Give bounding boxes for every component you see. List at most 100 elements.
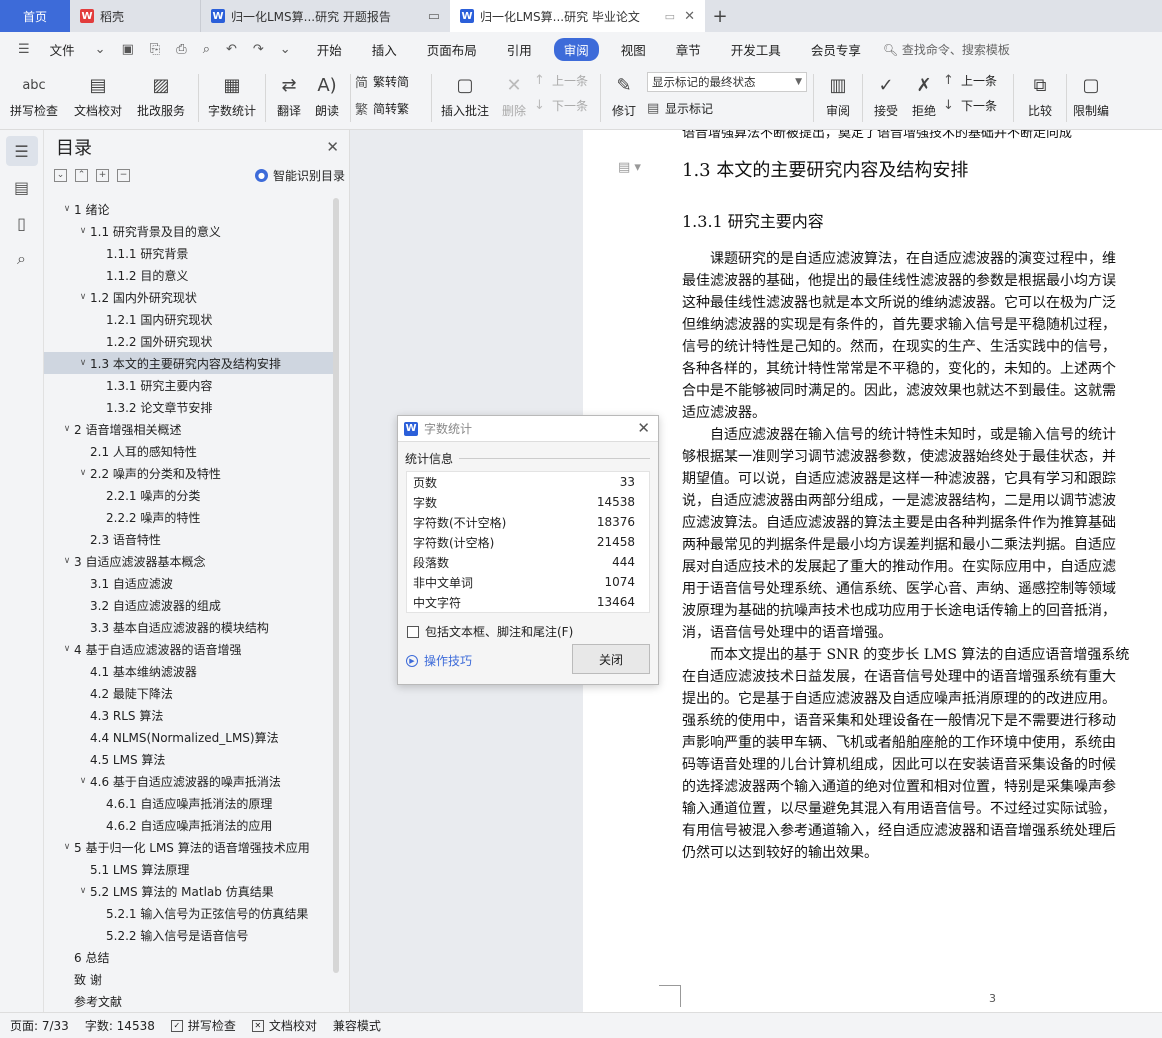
toc-item[interactable]: ∨ 5 基于归一化 LMS 算法的语音增强技术应用: [44, 836, 334, 858]
close-button[interactable]: 关闭: [572, 644, 650, 674]
menu-start[interactable]: 开始: [309, 37, 350, 62]
review-pane-button[interactable]: ▥ 审阅: [818, 66, 858, 126]
toc-item[interactable]: 4.6.1 自适应噪声抵消法的原理: [44, 792, 334, 814]
bookmark-icon[interactable]: ▯: [6, 208, 38, 238]
close-icon[interactable]: ✕: [326, 138, 339, 156]
toc-item-selected[interactable]: ∨ 1.3 本文的主要研究内容及结构安排: [44, 352, 334, 374]
annotate-service-button[interactable]: ▨ 批改服务: [128, 66, 194, 126]
chevron-down-icon[interactable]: ∨: [60, 842, 74, 852]
print-preview-icon[interactable]: ⌕: [199, 42, 214, 57]
toc-item[interactable]: 1.3.2 论文章节安排: [44, 396, 334, 418]
toc-item[interactable]: 4.5 LMS 算法: [44, 748, 334, 770]
toc-item[interactable]: 4.2 最陡下降法: [44, 682, 334, 704]
include-textbox-checkbox[interactable]: 包括文本框、脚注和尾注(F): [407, 623, 658, 640]
toc-item[interactable]: ∨ 3 自适应滤波器基本概念: [44, 550, 334, 572]
spell-check-status[interactable]: ✓ 拼写检查: [170, 1017, 236, 1034]
toc-item[interactable]: 参考文献: [44, 990, 334, 1012]
new-tab-button[interactable]: +: [705, 0, 735, 32]
restrict-edit-button[interactable]: ▢ 限制编: [1071, 66, 1111, 126]
toc-panel-icon[interactable]: ☰: [5, 136, 38, 166]
tab-doc-proposal[interactable]: W 归一化LMS算...研究 开题报告 ▭: [200, 0, 450, 32]
prev-change-button[interactable]: ↑ 上一条: [943, 72, 1009, 89]
tab-daoke[interactable]: W 稻壳: [70, 0, 200, 32]
document-page[interactable]: 语音增强算法不断被提出，奠定了语音增强技术的基础并不断走向成 1.3 本文的主要…: [583, 130, 1162, 1012]
toc-item[interactable]: 1.3.1 研究主要内容: [44, 374, 334, 396]
tab-pin-icon[interactable]: ▭: [428, 9, 440, 24]
simp-to-trad-button[interactable]: 繁简转繁: [355, 99, 427, 118]
prev-comment-button[interactable]: ↑ 上一条: [534, 72, 596, 89]
toc-item[interactable]: 4.3 RLS 算法: [44, 704, 334, 726]
next-change-button[interactable]: ↓ 下一条: [943, 97, 1009, 114]
chevron-down-icon[interactable]: ∨: [76, 358, 90, 368]
expand-all-icon[interactable]: ⌃: [75, 168, 88, 182]
tab-close-icon[interactable]: ✕: [684, 9, 695, 24]
toc-item[interactable]: ∨ 2 语音增强相关概述: [44, 418, 334, 440]
toc-item[interactable]: ∨ 4.6 基于自适应滤波器的噪声抵消法: [44, 770, 334, 792]
tab-home[interactable]: 首页: [0, 0, 70, 32]
save-icon[interactable]: ▣: [118, 42, 138, 57]
chevron-down-icon[interactable]: ∨: [76, 226, 90, 236]
toc-item[interactable]: 1.2.1 国内研究现状: [44, 308, 334, 330]
menu-insert[interactable]: 插入: [364, 37, 405, 62]
toc-item[interactable]: 3.2 自适应滤波器的组成: [44, 594, 334, 616]
translate-button[interactable]: ⇄ 翻译: [270, 66, 308, 126]
toc-item[interactable]: 1.1.1 研究背景: [44, 242, 334, 264]
compare-button[interactable]: ⧉ 比较: [1018, 66, 1062, 126]
chevron-down-icon[interactable]: ∨: [60, 556, 74, 566]
proofread-status[interactable]: ✕ 文档校对: [251, 1017, 317, 1034]
accept-button[interactable]: ✓ 接受: [867, 66, 905, 126]
toc-item[interactable]: 5.2.2 输入信号是语音信号: [44, 924, 334, 946]
toc-item[interactable]: 3.3 基本自适应滤波器的模块结构: [44, 616, 334, 638]
trad-to-simp-button[interactable]: 简繁转简: [355, 72, 427, 91]
toc-item[interactable]: 4.4 NLMS(Normalized_LMS)算法: [44, 726, 334, 748]
toc-item[interactable]: 4.6.2 自适应噪声抵消法的应用: [44, 814, 334, 836]
toc-item[interactable]: 6 总结: [44, 946, 334, 968]
page-options-icon[interactable]: ▤ ▾: [618, 160, 641, 175]
add-heading-icon[interactable]: +: [96, 168, 109, 182]
menu-reference[interactable]: 引用: [499, 37, 540, 62]
remove-heading-icon[interactable]: −: [117, 168, 130, 182]
toc-item[interactable]: ∨ 1.2 国内外研究现状: [44, 286, 334, 308]
chevron-down-icon[interactable]: ⌄: [91, 42, 110, 57]
chevron-down-icon[interactable]: ∨: [60, 424, 74, 434]
toc-item[interactable]: 1.1.2 目的意义: [44, 264, 334, 286]
menu-review[interactable]: 审阅: [553, 37, 599, 61]
toc-item[interactable]: 2.2.1 噪声的分类: [44, 484, 334, 506]
toc-item[interactable]: 2.1 人耳的感知特性: [44, 440, 334, 462]
menu-file[interactable]: 文件: [42, 37, 83, 62]
toc-item[interactable]: 2.2.2 噪声的特性: [44, 506, 334, 528]
tab-pin-icon[interactable]: ▭: [665, 10, 675, 23]
print-icon[interactable]: ⎙: [172, 42, 190, 57]
proofread-button[interactable]: ▤ 文档校对: [68, 66, 128, 126]
redo-icon[interactable]: ↷: [249, 42, 268, 57]
undo-icon[interactable]: ↶: [222, 42, 241, 57]
delete-comment-button[interactable]: ✕ 删除: [494, 66, 534, 126]
toc-item[interactable]: 5.1 LMS 算法原理: [44, 858, 334, 880]
tips-link[interactable]: ▶ 操作技巧: [406, 652, 472, 669]
command-search[interactable]: 🔍︎ 查找命令、搜索模板: [883, 41, 1010, 58]
toc-item[interactable]: ∨ 4 基于自适应滤波器的语音增强: [44, 638, 334, 660]
close-icon[interactable]: ✕: [637, 419, 650, 437]
menu-member[interactable]: 会员专享: [803, 37, 869, 62]
tab-doc-thesis[interactable]: W 归一化LMS算...研究 毕业论文 ▭ ✕: [450, 0, 705, 32]
hamburger-icon[interactable]: ☰: [14, 42, 34, 57]
chevron-down-icon[interactable]: ∨: [60, 644, 74, 654]
menu-chapter[interactable]: 章节: [668, 37, 709, 62]
toc-item[interactable]: 5.2.1 输入信号为正弦信号的仿真结果: [44, 902, 334, 924]
toc-item[interactable]: ∨ 2.2 噪声的分类和及特性: [44, 462, 334, 484]
word-count-indicator[interactable]: 字数: 14538: [85, 1017, 155, 1034]
spell-check-button[interactable]: abc 拼写检查: [0, 66, 68, 126]
track-state-select[interactable]: 显示标记的最终状态 ▼: [647, 72, 807, 92]
dialog-titlebar[interactable]: W 字数统计 ✕: [398, 416, 658, 442]
word-count-button[interactable]: ▦ 字数统计: [203, 66, 261, 126]
toc-item[interactable]: 4.1 基本维纳滤波器: [44, 660, 334, 682]
toc-item[interactable]: 2.3 语音特性: [44, 528, 334, 550]
menu-view[interactable]: 视图: [613, 37, 654, 62]
chevron-down-icon[interactable]: ∨: [60, 204, 74, 214]
export-icon[interactable]: ⎘: [146, 42, 164, 57]
checkbox-box[interactable]: [407, 625, 419, 638]
more-icon[interactable]: ⌄: [276, 42, 295, 57]
chevron-down-icon[interactable]: ∨: [76, 776, 90, 786]
read-aloud-button[interactable]: A) 朗读: [308, 66, 346, 126]
chevron-down-icon[interactable]: ∨: [76, 886, 90, 896]
